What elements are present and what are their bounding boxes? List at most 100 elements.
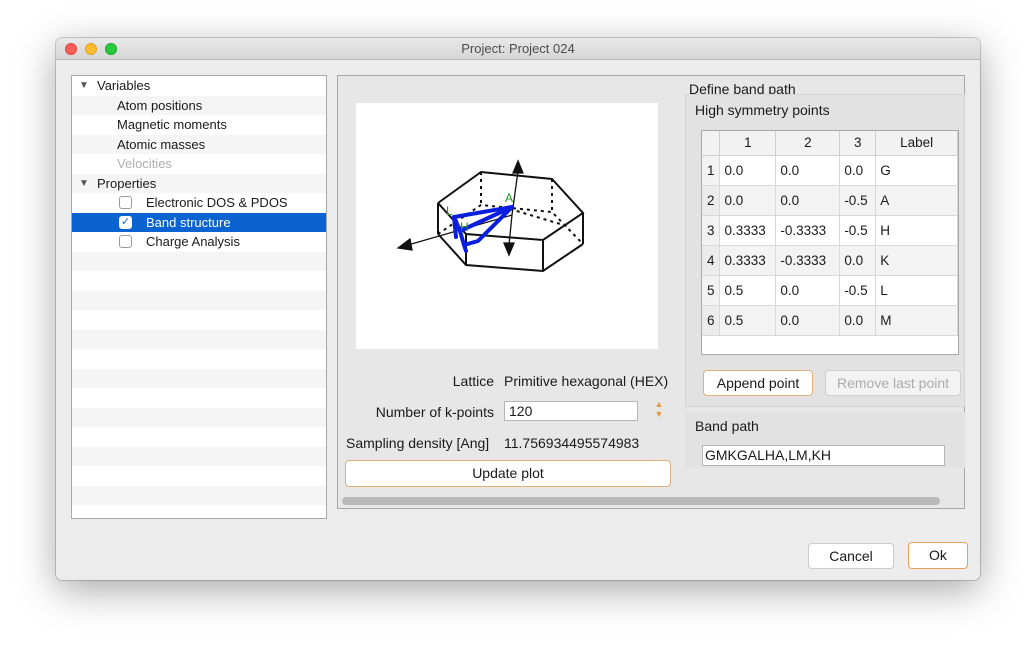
tree-group-variables[interactable]: ▼ Variables [72, 76, 326, 96]
checkbox-charge-analysis[interactable] [119, 235, 132, 248]
table-cell[interactable]: A [875, 185, 958, 216]
table-cell[interactable]: M [875, 305, 958, 336]
axis-line [508, 214, 513, 246]
table-cell[interactable]: -0.5 [839, 185, 877, 216]
band-path-title: Band path [695, 418, 759, 434]
band-path-input[interactable]: GMKGALHA,LM,KH [702, 445, 945, 466]
table-cell[interactable]: -0.5 [839, 215, 877, 246]
bz-point-label-a: A [505, 191, 513, 205]
table-cell[interactable]: -0.3333 [775, 215, 841, 246]
maximize-window-button[interactable] [105, 43, 117, 55]
column-header[interactable]: 2 [775, 131, 841, 156]
tree-empty-row [72, 329, 326, 349]
row-number: 4 [702, 245, 721, 276]
table-cell[interactable]: 0.0 [775, 305, 841, 336]
axis-arrowhead [512, 159, 524, 174]
table-cell[interactable]: 0.0 [839, 245, 877, 276]
brillouin-zone-svg: A L H [396, 159, 585, 273]
axis-arrowhead [503, 242, 515, 257]
window-title: Project: Project 024 [461, 41, 575, 56]
column-header[interactable]: Label [875, 131, 958, 156]
sampling-density-value: 11.756934495574983 [504, 435, 640, 451]
lattice-value: Primitive hexagonal (HEX) [504, 373, 669, 389]
table-row[interactable]: 6 0.5 0.0 0.0 M [702, 305, 958, 336]
table-cell[interactable]: L [875, 275, 958, 306]
tree-empty-row [72, 466, 326, 486]
properties-tree: ▼ Variables Atom positions Magnetic mome… [71, 75, 327, 519]
project-dialog: Project: Project 024 ▼ Variables Atom po… [56, 38, 980, 580]
high-symmetry-title: High symmetry points [695, 102, 830, 118]
table-cell[interactable]: 0.0 [775, 275, 841, 306]
table-cell[interactable]: 0.0 [839, 305, 877, 336]
tree-empty-row [72, 485, 326, 505]
tree-empty-row [72, 310, 326, 330]
minimize-window-button[interactable] [85, 43, 97, 55]
tree-empty-row [72, 407, 326, 427]
tree-empty-row [72, 251, 326, 271]
row-number: 6 [702, 305, 721, 336]
table-cell[interactable]: 0.3333 [719, 215, 777, 246]
row-number: 2 [702, 185, 721, 216]
table-cell[interactable]: 0.5 [719, 305, 777, 336]
table-row[interactable]: 5 0.5 0.0 -0.5 L [702, 275, 958, 306]
table-row[interactable]: 4 0.3333 -0.3333 0.0 K [702, 245, 958, 276]
horizontal-scrollbar[interactable] [342, 497, 962, 505]
tree-item-charge-analysis[interactable]: Charge Analysis [72, 232, 326, 252]
tree-empty-row [72, 349, 326, 369]
bz-point-label-h: H [460, 220, 469, 234]
table-cell[interactable]: -0.5 [839, 275, 877, 306]
tree-empty-row [72, 290, 326, 310]
band-path-line [462, 243, 468, 253]
kpoints-input[interactable]: 120 [504, 401, 638, 421]
checkbox-band-structure[interactable]: ✓ [119, 215, 132, 229]
table-cell[interactable]: 0.0 [775, 185, 841, 216]
tree-item-electronic-dos[interactable]: Electronic DOS & PDOS [72, 193, 326, 213]
kpoints-stepper[interactable]: ▲ ▼ [650, 399, 668, 423]
tree-group-properties[interactable]: ▼ Properties [72, 173, 326, 193]
sampling-density-label: Sampling density [Ang] [346, 435, 490, 451]
cancel-button[interactable]: Cancel [808, 543, 894, 569]
scrollbar-thumb[interactable] [342, 497, 940, 505]
stepper-up-icon[interactable]: ▲ [650, 399, 668, 409]
bz-point-label-l: L [446, 204, 453, 218]
tree-item-magnetic-moments[interactable]: Magnetic moments [72, 115, 326, 135]
table-cell[interactable]: 0.0 [719, 155, 777, 186]
checkbox-electronic-dos[interactable] [119, 196, 132, 209]
table-cell[interactable]: K [875, 245, 958, 276]
update-plot-button[interactable]: Update plot [345, 460, 671, 487]
table-cell[interactable]: H [875, 215, 958, 246]
append-point-button[interactable]: Append point [703, 370, 813, 396]
expand-arrow-icon[interactable]: ▼ [79, 174, 89, 193]
tree-empty-row [72, 271, 326, 291]
tree-empty-row [72, 388, 326, 408]
table-cell[interactable]: 0.3333 [719, 245, 777, 276]
stepper-down-icon[interactable]: ▼ [650, 409, 668, 419]
row-number: 1 [702, 155, 721, 186]
brillouin-zone-plot[interactable]: A L H [356, 103, 658, 349]
table-row[interactable]: 1 0.0 0.0 0.0 G [702, 155, 958, 186]
tree-item-band-structure[interactable]: ✓ Band structure [72, 212, 326, 232]
table-cell[interactable]: 0.5 [719, 275, 777, 306]
table-header-row: 1 2 3 Label [702, 131, 958, 156]
close-window-button[interactable] [65, 43, 77, 55]
tree-item-velocities: Velocities [117, 156, 172, 171]
ok-button[interactable]: Ok [908, 542, 968, 569]
expand-arrow-icon[interactable]: ▼ [79, 76, 89, 95]
table-cell[interactable]: 0.0 [839, 155, 877, 186]
column-header[interactable]: 3 [839, 131, 877, 156]
tree-empty-row [72, 446, 326, 466]
lattice-label: Lattice [452, 373, 494, 389]
kpoints-label: Number of k-points [375, 404, 494, 420]
column-header[interactable]: 1 [719, 131, 777, 156]
table-row[interactable]: 2 0.0 0.0 -0.5 A [702, 185, 958, 216]
tree-empty-row [72, 427, 326, 447]
table-cell[interactable]: 0.0 [719, 185, 777, 216]
tree-item-atomic-masses[interactable]: Atomic masses [72, 134, 326, 154]
axis-arrowhead [396, 237, 413, 251]
table-row[interactable]: 3 0.3333 -0.3333 -0.5 H [702, 215, 958, 246]
table-cell[interactable]: 0.0 [775, 155, 841, 186]
tree-item-atom-positions[interactable]: Atom positions [72, 95, 326, 115]
table-cell[interactable]: -0.3333 [775, 245, 841, 276]
table-cell[interactable]: G [875, 155, 958, 186]
high-symmetry-table[interactable]: 1 2 3 Label 1 0.0 0.0 0.0 G 2 0.0 0.0 -0… [701, 130, 959, 355]
